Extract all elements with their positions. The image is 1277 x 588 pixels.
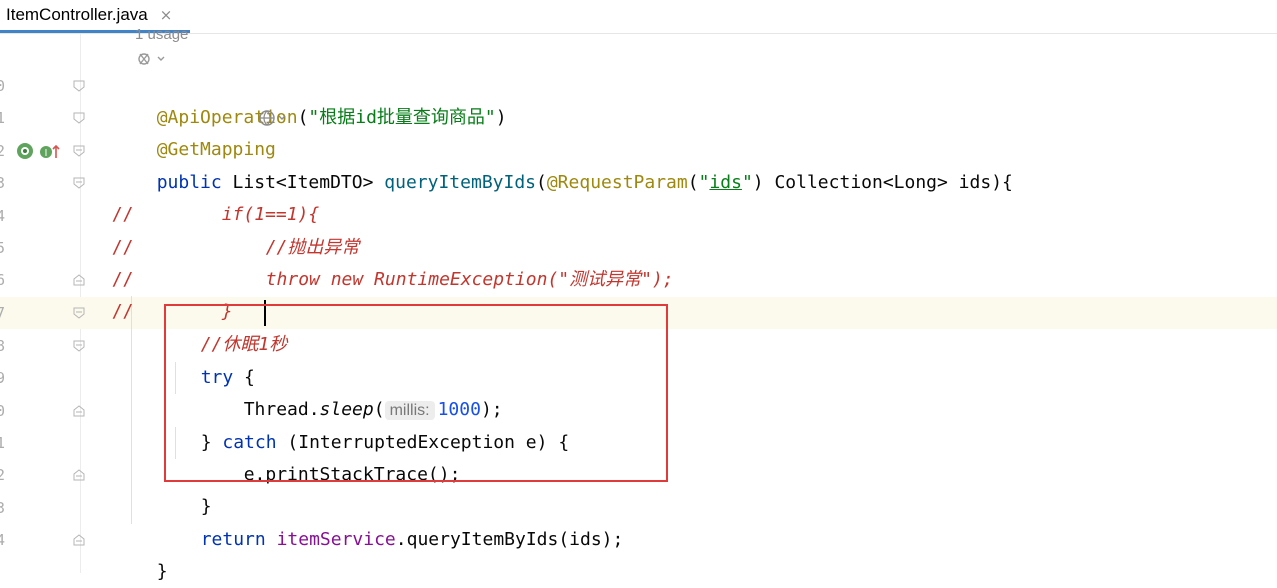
params-rest: ) Collection<Long> ids){: [752, 172, 1013, 193]
code-line-return[interactable]: return itemService.queryItemByIds(ids);: [179, 492, 624, 550]
code-line-getmapping[interactable]: @GetMapping: [135, 102, 276, 160]
line-number: 0: [0, 77, 6, 95]
fold-marker-icon[interactable]: [73, 534, 85, 546]
usage-hint[interactable]: 1 usage: [135, 26, 188, 43]
field-itemservice: itemService: [276, 529, 396, 550]
highlight-box: [164, 304, 668, 482]
line-number: 7: [0, 304, 6, 322]
punct: (: [297, 107, 309, 128]
punct: (: [536, 172, 547, 193]
method-name: queryItemByIds: [384, 172, 536, 193]
string-literal: "根据id批量查询商品": [308, 107, 496, 128]
code-line-commented-close[interactable]: //: [90, 264, 134, 322]
commented-throw-text: throw new RuntimeException("测试异常");: [244, 232, 674, 290]
comment-text: throw new RuntimeException("测试异常");: [265, 269, 674, 290]
code-line-commented-throw-comment[interactable]: //: [90, 200, 134, 258]
fold-marker-icon[interactable]: [73, 274, 85, 286]
code-line-commented-throw[interactable]: //: [90, 232, 134, 290]
editor-tab-bar: ItemController.java ×: [0, 0, 1277, 34]
commented-throw-comment-text: //抛出异常: [244, 200, 360, 258]
fold-marker-icon[interactable]: [73, 145, 85, 157]
line-number: 9: [0, 369, 6, 387]
return-call: .queryItemByIds(ids);: [395, 529, 624, 550]
annotation-requestparam: @RequestParam: [546, 172, 688, 193]
comment-marker: //: [111, 301, 134, 322]
punct: }: [156, 561, 168, 582]
line-number: 3: [0, 174, 6, 192]
svg-text:I: I: [45, 148, 48, 159]
line-number: 8: [0, 337, 6, 355]
tab-filename: ItemController.java: [6, 5, 148, 24]
fold-marker-icon[interactable]: [73, 112, 85, 124]
fold-marker-icon[interactable]: [73, 177, 85, 189]
keyword-return: return: [200, 529, 266, 550]
implementing-method-icon[interactable]: I: [38, 142, 60, 162]
line-number: 5: [0, 239, 6, 257]
close-icon[interactable]: ×: [160, 6, 173, 24]
string-quote: ": [741, 172, 753, 193]
line-number: 6: [0, 271, 6, 289]
line-number: 4: [0, 207, 6, 225]
fold-marker-icon[interactable]: [73, 80, 85, 92]
line-number: 3: [0, 499, 6, 517]
commented-close-text: }: [200, 264, 233, 322]
code-line-method-close[interactable]: }: [135, 524, 168, 582]
punct: (: [687, 172, 699, 193]
line-number: 1: [0, 434, 6, 452]
indent-guide: [131, 296, 132, 524]
string-quote: ": [698, 172, 710, 193]
line-number: 2: [0, 466, 6, 484]
code-line-commented-if[interactable]: //: [90, 167, 134, 225]
fold-marker-icon[interactable]: [73, 307, 85, 319]
fold-marker-icon[interactable]: [73, 469, 85, 481]
fold-marker-icon[interactable]: [73, 405, 85, 417]
author-hint-icon[interactable]: [136, 50, 166, 68]
commented-if-text: if(1==1){: [200, 167, 320, 225]
line-number: 4: [0, 531, 6, 549]
endpoint-icon[interactable]: [15, 141, 35, 161]
code-line-apioperation[interactable]: @ApiOperation("根据id批量查询商品"): [135, 70, 507, 128]
string-ids[interactable]: ids: [709, 172, 742, 193]
code-line-method-signature[interactable]: public List<ItemDTO> queryItemByIds(@Req…: [135, 135, 1013, 193]
fold-marker-icon[interactable]: [73, 340, 85, 352]
line-number: 2: [0, 142, 6, 160]
web-endpoint-icon[interactable]: [258, 108, 290, 128]
line-number: 0: [0, 402, 6, 420]
punct: ): [495, 107, 507, 128]
line-number: 1: [0, 109, 6, 127]
